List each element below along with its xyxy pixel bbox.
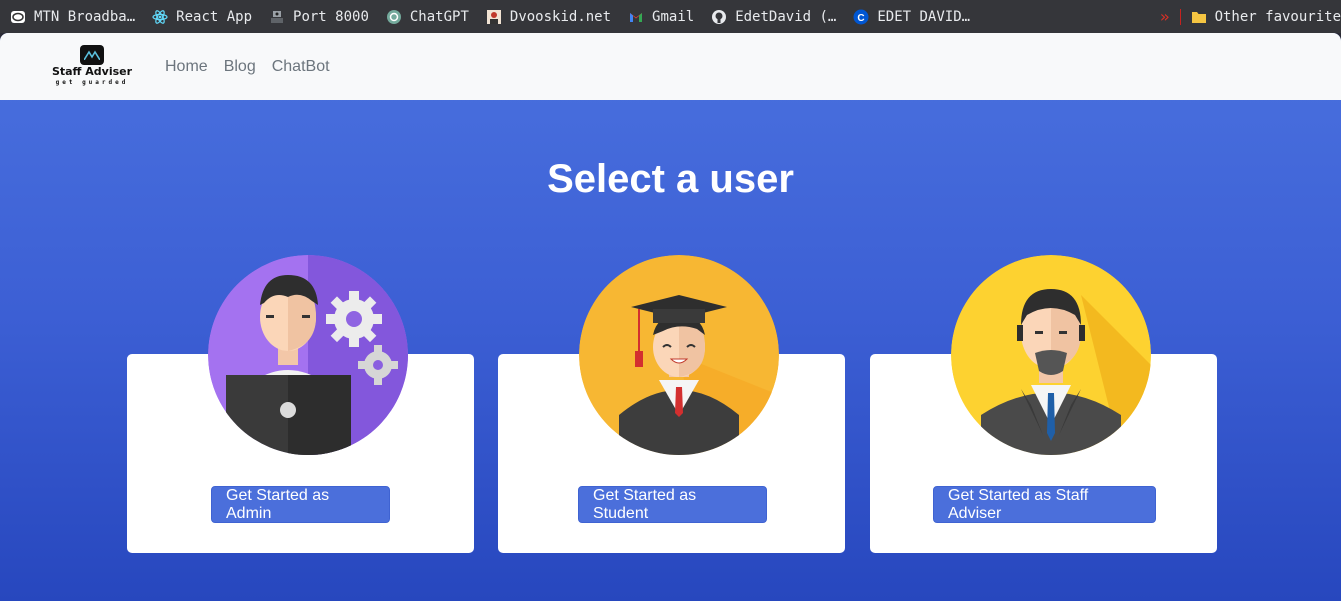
other-favourites-folder[interactable]: Other favourite bbox=[1191, 9, 1341, 25]
bookmark-react-app[interactable]: React App bbox=[152, 9, 252, 25]
nav-home[interactable]: Home bbox=[165, 58, 208, 76]
bookmark-gmail[interactable]: Gmail bbox=[628, 9, 694, 25]
page: Staff Adviser get guarded Home Blog Chat… bbox=[0, 33, 1341, 601]
get-started-staff-adviser-button[interactable]: Get Started as Staff Adviser bbox=[933, 486, 1156, 523]
folder-icon bbox=[1191, 9, 1207, 25]
navbar: Staff Adviser get guarded Home Blog Chat… bbox=[0, 33, 1341, 100]
svg-text:C: C bbox=[858, 13, 865, 24]
student-avatar bbox=[579, 255, 779, 455]
bookmarks-bar: MTN Broadba… React App Port 8000 ChatGPT… bbox=[0, 0, 1341, 33]
nav-blog[interactable]: Blog bbox=[224, 58, 256, 76]
logo-mark-icon bbox=[80, 44, 104, 65]
chevron-right-icon[interactable]: » bbox=[1160, 7, 1170, 26]
mtn-icon bbox=[10, 9, 26, 25]
admin-avatar bbox=[208, 255, 408, 455]
github-icon bbox=[711, 9, 727, 25]
coursera-icon: C bbox=[853, 9, 869, 25]
get-started-student-button[interactable]: Get Started as Student bbox=[578, 486, 767, 523]
bookmark-chatgpt[interactable]: ChatGPT bbox=[386, 9, 469, 25]
page-title: Select a user bbox=[547, 157, 794, 201]
chatgpt-icon bbox=[386, 9, 402, 25]
bookmark-github[interactable]: EdetDavid (… bbox=[711, 9, 836, 25]
bookmarks-divider bbox=[1179, 8, 1181, 25]
react-icon bbox=[152, 9, 168, 25]
brand-subtitle: get guarded bbox=[55, 78, 129, 86]
port-icon bbox=[269, 9, 285, 25]
brand-title: Staff Adviser bbox=[51, 64, 133, 78]
nav-chatbot[interactable]: ChatBot bbox=[272, 58, 330, 76]
nav-links: Home Blog ChatBot bbox=[165, 58, 346, 76]
bookmark-mtn[interactable]: MTN Broadba… bbox=[10, 9, 135, 25]
dvooskid-icon bbox=[486, 9, 502, 25]
bookmark-coursera[interactable]: C EDET DAVID… bbox=[853, 9, 970, 25]
bookmark-dvooskid[interactable]: Dvooskid.net bbox=[486, 9, 611, 25]
brand-logo[interactable]: Staff Adviser get guarded bbox=[44, 40, 140, 94]
get-started-admin-button[interactable]: Get Started as Admin bbox=[211, 486, 390, 523]
gmail-icon bbox=[628, 9, 644, 25]
staff-adviser-avatar bbox=[951, 255, 1151, 455]
bookmark-port-8000[interactable]: Port 8000 bbox=[269, 9, 369, 25]
